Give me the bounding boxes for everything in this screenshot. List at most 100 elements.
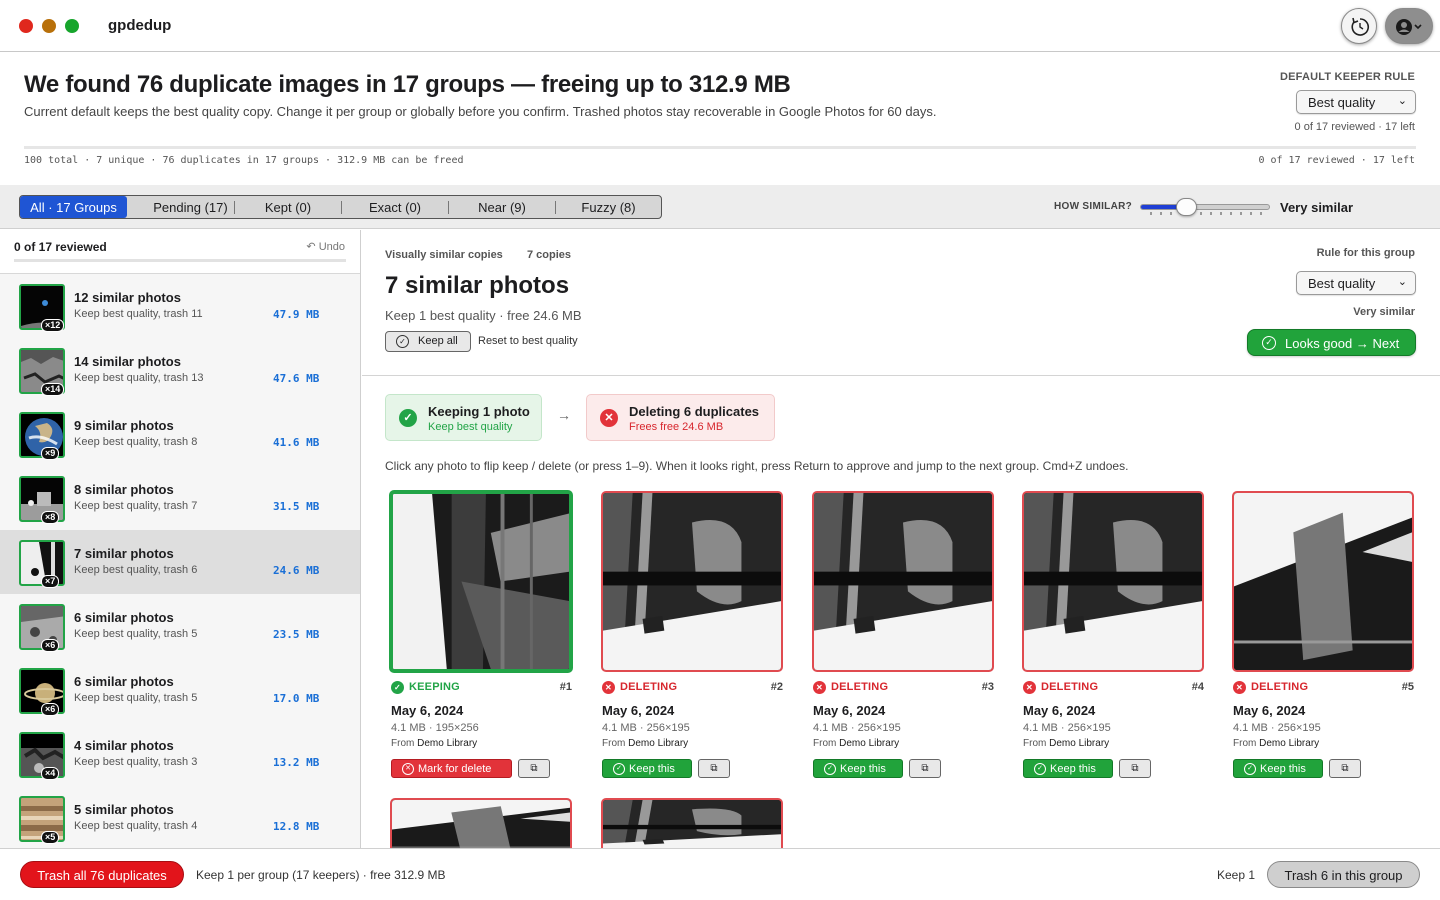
similarity-slider-track[interactable] [1140, 204, 1270, 210]
photo-source-value: Demo Library [628, 738, 689, 749]
photo-thumbnail[interactable] [390, 798, 572, 848]
tab-kept[interactable]: Kept (0) [235, 196, 341, 218]
group-copies: 7 copies [527, 249, 572, 261]
group-rule-value: Best quality [1308, 276, 1376, 291]
group-description: Keep 1 best quality · free 24.6 MB [385, 308, 582, 323]
group-item-title: 5 similar photos [74, 802, 174, 817]
photo-action-label: Keep this [1050, 763, 1096, 775]
open-photo-button[interactable]: ⧉ [1329, 759, 1361, 778]
photo-thumbnail[interactable] [812, 491, 994, 672]
photo-thumbnail[interactable] [1232, 491, 1414, 672]
open-photo-button[interactable]: ⧉ [1119, 759, 1151, 778]
tab-exact[interactable]: Exact (0) [342, 196, 448, 218]
keeping-summary: ✓ Keeping 1 photo Keep best quality [385, 394, 542, 441]
review-stats: 0 of 17 reviewed · 17 left [1258, 155, 1415, 166]
photo-thumbnail[interactable] [601, 491, 783, 672]
open-photo-button[interactable]: ⧉ [909, 759, 941, 778]
x-circle-icon: ✕ [402, 763, 414, 775]
group-item-size: 23.5 MB [273, 628, 320, 641]
group-item-size: 13.2 MB [273, 756, 320, 769]
group-list-item[interactable]: ×4 4 similar photos Keep best quality, tra… [0, 722, 360, 786]
keep-this-button[interactable]: ✓ Keep this [1023, 759, 1113, 778]
photo-source-label: From [1023, 738, 1047, 749]
reset-to-best-quality-button[interactable]: Reset to best quality [478, 335, 578, 347]
group-item-title: 14 similar photos [74, 354, 181, 369]
keep-all-button[interactable]: ✓ Keep all [385, 331, 471, 352]
photo-action-label: Mark for delete [418, 763, 492, 775]
group-rule-select[interactable]: Best quality ⌄ [1296, 271, 1416, 295]
review-progress-bar [24, 146, 1416, 149]
photo-source: From Demo Library [1233, 738, 1319, 749]
mark-for-delete-button[interactable]: ✕ Mark for delete [391, 759, 512, 778]
photo-thumbnail[interactable] [601, 798, 783, 848]
open-photo-button[interactable]: ⧉ [518, 759, 550, 778]
photo-status-label: DELETING [1251, 681, 1309, 693]
deleting-title: Deleting 6 duplicates [629, 404, 760, 419]
group-list-item[interactable]: ×6 6 similar photos Keep best quality, tra… [0, 658, 360, 722]
group-title: 7 similar photos [385, 272, 570, 299]
group-item-subtitle: Keep best quality, trash 4 [74, 820, 198, 832]
photo-status: ✕ DELETING [1023, 681, 1099, 694]
photo-thumbnail[interactable] [389, 490, 573, 673]
app-title: gpdedup [108, 17, 172, 34]
group-item-size: 41.6 MB [273, 436, 320, 449]
tab-fuzzy[interactable]: Fuzzy (8) [556, 196, 661, 218]
zoom-window-button[interactable] [65, 19, 79, 33]
external-link-icon: ⧉ [921, 763, 929, 774]
minimize-window-button[interactable] [42, 19, 56, 33]
group-list-item[interactable]: ×6 6 similar photos Keep best quality, tra… [0, 594, 360, 658]
group-similarity: Very similar [1353, 306, 1415, 318]
group-count-badge: ×5 [41, 831, 60, 844]
photo-meta: 4.1 MB · 256×195 [813, 722, 901, 734]
close-window-button[interactable] [19, 19, 33, 33]
check-circle-icon: ✓ [1034, 763, 1046, 775]
tab-pending[interactable]: Pending (17) [130, 196, 251, 218]
tab-near[interactable]: Near (9) [449, 196, 555, 218]
default-keeper-rule-select[interactable]: Best quality ⌄ [1296, 90, 1416, 114]
tab-all[interactable]: All · 17 Groups [20, 196, 127, 218]
trash-all-button[interactable]: Trash all 76 duplicates [20, 861, 184, 888]
group-item-subtitle: Keep best quality, trash 8 [74, 436, 198, 448]
group-item-size: 12.8 MB [273, 820, 320, 833]
instructions: Click any photo to flip keep / delete (o… [385, 459, 1129, 473]
keep-this-button[interactable]: ✓ Keep this [1233, 759, 1323, 778]
photo-thumbnail[interactable] [1022, 491, 1204, 672]
group-item-title: 6 similar photos [74, 610, 174, 625]
keep-this-button[interactable]: ✓ Keep this [602, 759, 692, 778]
photo-date: May 6, 2024 [1233, 703, 1306, 718]
refresh-button[interactable] [1341, 8, 1377, 44]
photo-status-label: DELETING [1041, 681, 1099, 693]
undo-button[interactable]: ↶ Undo [306, 240, 345, 253]
group-list-item[interactable]: ×5 5 similar photos Keep best quality, tra… [0, 786, 360, 848]
chevron-down-icon: ⌄ [1397, 276, 1407, 288]
deleting-summary: ✕ Deleting 6 duplicates Frees free 24.6 … [586, 394, 775, 441]
group-item-subtitle: Keep best quality, trash 5 [74, 692, 198, 704]
trash-group-button[interactable]: Trash 6 in this group [1267, 861, 1420, 888]
account-menu-button[interactable] [1385, 8, 1433, 44]
open-photo-button[interactable]: ⧉ [698, 759, 730, 778]
group-item-title: 9 similar photos [74, 418, 174, 433]
photo-number: #4 [1191, 681, 1204, 693]
x-icon: ✕ [1233, 681, 1246, 694]
keep-this-button[interactable]: ✓ Keep this [813, 759, 903, 778]
check-icon: ✓ [399, 409, 417, 427]
photo-number: #1 [559, 681, 572, 693]
group-count-badge: ×6 [41, 703, 60, 716]
similarity-slider-thumb[interactable] [1176, 198, 1197, 216]
x-icon: ✕ [602, 681, 615, 694]
group-list-item[interactable]: ×12 12 similar photos Keep best quality, t… [0, 274, 360, 338]
group-item-size: 31.5 MB [273, 500, 320, 513]
keep-one-button[interactable]: Keep 1 [1217, 868, 1255, 882]
group-count-badge: ×14 [41, 383, 65, 396]
photo-source-label: From [602, 738, 626, 749]
group-item-title: 8 similar photos [74, 482, 174, 497]
group-list-item[interactable]: ×8 8 similar photos Keep best quality, tra… [0, 466, 360, 530]
bottom-summary: Keep 1 per group (17 keepers) · free 312… [196, 868, 446, 882]
looks-good-next-button[interactable]: ✓ Looks good → Next [1247, 329, 1416, 356]
photo-source: From Demo Library [813, 738, 899, 749]
undo-icon: ↶ [306, 241, 319, 253]
group-list-item[interactable]: ×14 14 similar photos Keep best quality, t… [0, 338, 360, 402]
photo-source-label: From [813, 738, 837, 749]
group-list-item[interactable]: ×7 7 similar photos Keep best quality, tra… [0, 530, 360, 594]
group-list-item[interactable]: ×9 9 similar photos Keep best quality, tra… [0, 402, 360, 466]
